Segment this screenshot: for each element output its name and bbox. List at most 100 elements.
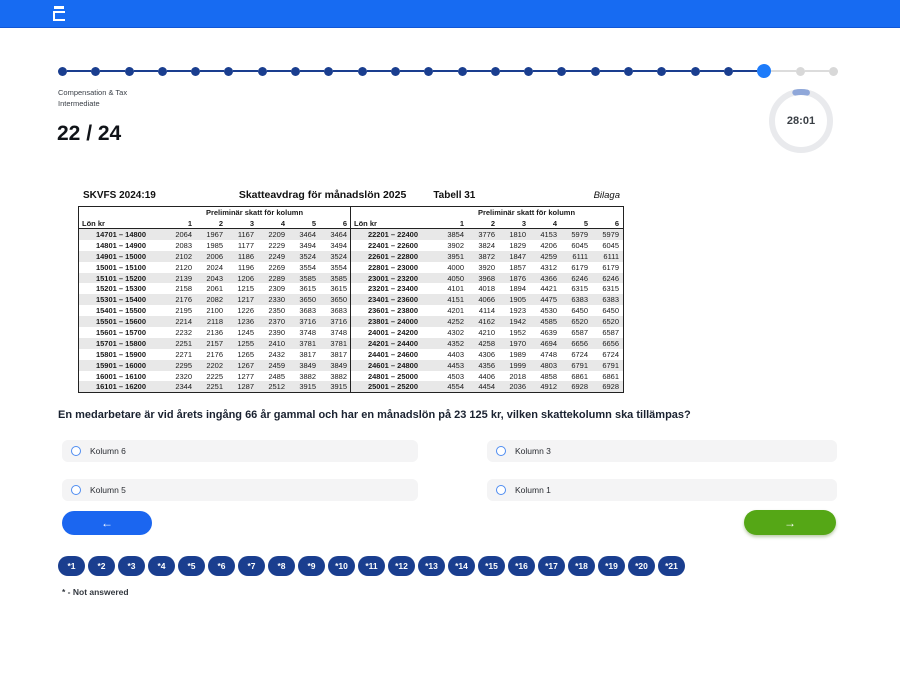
tax-value-cell: 2330 [256, 295, 287, 304]
question-pill-17[interactable]: *17 [538, 556, 565, 576]
tax-value-cell: 1857 [497, 263, 528, 272]
tax-value-cell: 2410 [256, 339, 287, 348]
column-group-header: Preliminär skatt för kolumn [435, 207, 618, 218]
tax-value-cell: 3464 [287, 230, 318, 239]
wage-range-cell: 14901 – 15000 [79, 252, 163, 261]
question-pill-15[interactable]: *15 [478, 556, 505, 576]
tax-value-cell: 4453 [435, 361, 466, 370]
tax-value-cell: 3968 [466, 274, 497, 283]
question-pill-9[interactable]: *9 [298, 556, 325, 576]
option-label: Kolumn 3 [515, 446, 551, 456]
tax-value-cell: 4050 [435, 274, 466, 283]
table-row: 23401 – 23600415140661905447563836383 [351, 294, 623, 305]
radio-button-icon[interactable] [496, 485, 506, 495]
tax-value-cell: 3748 [318, 328, 349, 337]
tax-value-cell: 3554 [318, 263, 349, 272]
tax-value-cell: 2202 [194, 361, 225, 370]
tax-value-cell: 1196 [225, 263, 256, 272]
tax-column-number: 2 [194, 219, 225, 228]
question-pill-12[interactable]: *12 [388, 556, 415, 576]
tax-value-cell: 2485 [256, 372, 287, 381]
next-button[interactable]: → [744, 510, 836, 535]
question-pill-19[interactable]: *19 [598, 556, 625, 576]
radio-button-icon[interactable] [71, 446, 81, 456]
document-title: Skatteavdrag för månadslön 2025 [239, 189, 406, 201]
radio-button-icon[interactable] [496, 446, 506, 456]
tax-value-cell: 1177 [225, 241, 256, 250]
step-dot-1 [58, 67, 67, 76]
tax-value-cell: 1255 [225, 339, 256, 348]
question-text: En medarbetare är vid årets ingång 66 år… [58, 409, 848, 421]
tax-value-cell: 3524 [318, 252, 349, 261]
tax-value-cell: 2120 [163, 263, 194, 272]
question-pill-7[interactable]: *7 [238, 556, 265, 576]
table-row: 14701 – 14800206419671167220934643464 [79, 229, 350, 240]
wage-range-cell: 22201 – 22400 [351, 230, 435, 239]
tax-value-cell: 3494 [318, 241, 349, 250]
question-pill-6[interactable]: *6 [208, 556, 235, 576]
question-pill-5[interactable]: *5 [178, 556, 205, 576]
tax-value-cell: 2249 [256, 252, 287, 261]
answer-option-2[interactable]: Kolumn 3 [487, 440, 837, 462]
question-pill-10[interactable]: *10 [328, 556, 355, 576]
tax-value-cell: 2139 [163, 274, 194, 283]
step-connector [805, 70, 829, 73]
tax-value-cell: 3683 [287, 306, 318, 315]
question-pill-21[interactable]: *21 [658, 556, 685, 576]
step-dot-7 [258, 67, 267, 76]
answer-option-1[interactable]: Kolumn 6 [62, 440, 418, 462]
step-dot-16 [557, 67, 566, 76]
tax-value-cell: 1876 [497, 274, 528, 283]
tax-table: Preliminär skatt för kolumnLön kr1234561… [78, 206, 624, 393]
tax-value-cell: 2158 [163, 284, 194, 293]
question-pill-8[interactable]: *8 [268, 556, 295, 576]
tax-value-cell: 4252 [435, 317, 466, 326]
question-pill-14[interactable]: *14 [448, 556, 475, 576]
question-pill-1[interactable]: *1 [58, 556, 85, 576]
step-connector [267, 70, 291, 73]
step-dot-24 [829, 67, 838, 76]
answer-option-4[interactable]: Kolumn 1 [487, 479, 837, 501]
table-row: 15601 – 15700223221361245239037483748 [79, 327, 350, 338]
option-label: Kolumn 6 [90, 446, 126, 456]
answer-options: Kolumn 6 Kolumn 3 Kolumn 5 Kolumn 1 [62, 440, 836, 501]
tax-value-cell: 6179 [590, 263, 621, 272]
tax-value-cell: 2289 [256, 274, 287, 283]
tax-value-cell: 1236 [225, 317, 256, 326]
question-pill-16[interactable]: *16 [508, 556, 535, 576]
question-pill-4[interactable]: *4 [148, 556, 175, 576]
back-button[interactable]: ← [62, 511, 152, 535]
tax-value-cell: 1970 [497, 339, 528, 348]
question-pill-2[interactable]: *2 [88, 556, 115, 576]
tax-value-cell: 3781 [287, 339, 318, 348]
wage-range-cell: 15901 – 16000 [79, 361, 163, 370]
tax-value-cell: 1245 [225, 328, 256, 337]
question-pill-3[interactable]: *3 [118, 556, 145, 576]
question-pill-13[interactable]: *13 [418, 556, 445, 576]
tax-value-cell: 4000 [435, 263, 466, 272]
step-dot-22 [757, 64, 771, 78]
answer-option-3[interactable]: Kolumn 5 [62, 479, 418, 501]
tax-value-cell: 3776 [466, 230, 497, 239]
step-dot-12 [424, 67, 433, 76]
wage-range-cell: 24001 – 24200 [351, 328, 435, 337]
table-row: 15301 – 15400217620821217233036503650 [79, 294, 350, 305]
table-row: 23001 – 23200405039681876436662466246 [351, 273, 623, 284]
tax-value-cell: 3615 [318, 284, 349, 293]
step-connector [467, 70, 491, 73]
timer-value: 28:01 [768, 88, 834, 154]
wage-range-cell: 15501 – 15600 [79, 317, 163, 326]
tax-value-cell: 2018 [497, 372, 528, 381]
question-pill-11[interactable]: *11 [358, 556, 385, 576]
step-connector [400, 70, 424, 73]
tax-value-cell: 3849 [287, 361, 318, 370]
tax-value-cell: 2271 [163, 350, 194, 359]
tax-value-cell: 2350 [256, 306, 287, 315]
tax-value-cell: 3683 [318, 306, 349, 315]
radio-button-icon[interactable] [71, 485, 81, 495]
tax-value-cell: 6928 [590, 382, 621, 391]
question-pill-20[interactable]: *20 [628, 556, 655, 576]
tax-value-cell: 4475 [528, 295, 559, 304]
tax-value-cell: 2344 [163, 382, 194, 391]
question-pill-18[interactable]: *18 [568, 556, 595, 576]
